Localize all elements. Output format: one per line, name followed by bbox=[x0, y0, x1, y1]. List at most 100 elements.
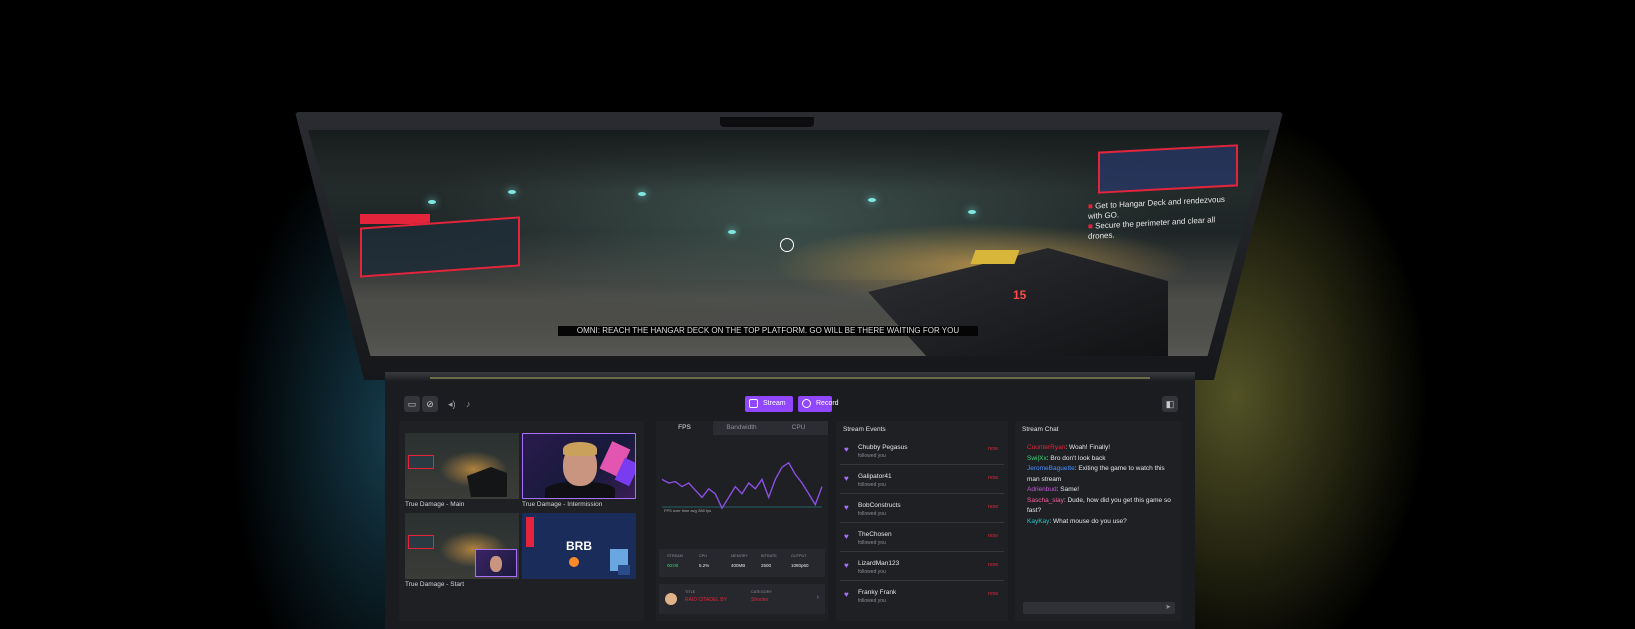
list-item[interactable]: ♥ LizardMan123 followed you now bbox=[840, 555, 1004, 581]
tab-cpu[interactable]: CPU bbox=[770, 421, 827, 435]
heart-icon: ♥ bbox=[844, 590, 849, 599]
list-item[interactable]: ♥ TheChosen followed you now bbox=[840, 526, 1004, 552]
record-button-label: Record bbox=[816, 400, 839, 407]
stats-tabs: FPS Bandwidth CPU bbox=[656, 421, 828, 435]
metric-key: CPU bbox=[699, 554, 708, 558]
chat-message: Sascha_slay: Dude, how did you get this … bbox=[1027, 496, 1171, 515]
hinge-light-strip bbox=[430, 377, 1150, 379]
chat-user: CounterRyan bbox=[1027, 444, 1066, 451]
heart-icon: ♥ bbox=[844, 561, 849, 570]
chat-message: Swi|Xx: Bro don't look back bbox=[1027, 454, 1106, 462]
heart-icon: ♥ bbox=[844, 445, 849, 454]
record-button[interactable]: Record bbox=[798, 396, 839, 412]
chat-message: Adrienbud: Same! bbox=[1027, 486, 1080, 493]
panel-title: Stream Chat bbox=[1022, 426, 1059, 433]
chat-user: Sascha_slay bbox=[1027, 496, 1064, 504]
metric-key: Memory bbox=[731, 554, 749, 558]
webcam-pip bbox=[475, 549, 517, 577]
tab-fps[interactable]: FPS bbox=[656, 421, 713, 435]
hud-thumb bbox=[408, 455, 434, 469]
chat-user: JeromeBaguette bbox=[1027, 465, 1075, 472]
record-icon bbox=[802, 399, 811, 408]
event-time: now bbox=[987, 562, 998, 568]
ceiling-light bbox=[868, 198, 876, 202]
send-icon[interactable]: ➤ bbox=[1165, 603, 1171, 611]
chat-text: What mouse do you use? bbox=[1053, 517, 1127, 525]
camera-off-button[interactable]: ⊘ bbox=[422, 396, 438, 412]
ceiling-light bbox=[638, 192, 646, 196]
fps-series-line bbox=[661, 461, 823, 510]
event-type: followed you bbox=[858, 540, 886, 546]
decor-bar bbox=[526, 517, 534, 547]
scene-thumb-main[interactable] bbox=[405, 433, 519, 499]
ceiling-light bbox=[508, 190, 516, 194]
event-type: followed you bbox=[858, 453, 886, 459]
ceiling-light bbox=[428, 200, 436, 204]
scenes-panel: True Damage - Main True Damage - Intermi… bbox=[399, 421, 644, 621]
panel-toggle-button[interactable]: ◧ bbox=[1162, 396, 1178, 412]
stream-info[interactable]: Title RAID CITADEL BY Category Shooter › bbox=[659, 584, 825, 614]
tab-bandwidth[interactable]: Bandwidth bbox=[713, 421, 770, 435]
event-time: now bbox=[987, 446, 998, 452]
event-type: followed you bbox=[858, 482, 886, 488]
event-type: followed you bbox=[858, 569, 886, 575]
scene-thumb-intermission[interactable] bbox=[522, 433, 636, 499]
metric-bitrate: Bitrate 2500 bbox=[761, 554, 793, 568]
event-user: TheChosen bbox=[858, 531, 892, 538]
crosshair-icon bbox=[780, 238, 794, 252]
heart-icon: ♥ bbox=[844, 532, 849, 541]
chat-user: KayKay bbox=[1027, 517, 1050, 525]
event-type: followed you bbox=[858, 511, 886, 517]
hud-minimap bbox=[360, 216, 520, 278]
weapon-thumb bbox=[467, 467, 507, 497]
stream-button[interactable]: Stream bbox=[745, 396, 793, 412]
chevron-right-icon[interactable]: › bbox=[817, 594, 819, 601]
scene-thumb-brb[interactable]: BRB bbox=[522, 513, 636, 579]
microphone-icon[interactable]: ♪ bbox=[466, 398, 471, 410]
stream-button-label: Stream bbox=[763, 400, 786, 407]
chat-message: JeromeBaguette: Exiting the game to watc… bbox=[1027, 465, 1165, 483]
screen-capture-button[interactable]: ▭ bbox=[404, 396, 420, 412]
volume-icon[interactable]: ◂) bbox=[448, 398, 456, 410]
chat-message: KayKay: What mouse do you use? bbox=[1027, 517, 1127, 525]
event-user: BobConstructs bbox=[858, 502, 901, 509]
ammo-counter: 15 bbox=[1013, 288, 1027, 302]
scene-thumb-start[interactable] bbox=[405, 513, 519, 579]
chat-text: Same! bbox=[1060, 486, 1080, 493]
metric-key: Output bbox=[791, 554, 807, 558]
metric-cpu: CPU 5.2% bbox=[699, 554, 731, 568]
list-item[interactable]: ♥ Galipator41 followed you now bbox=[840, 468, 1004, 494]
graph-note: FPS over time avg 288 fps bbox=[664, 508, 712, 513]
list-item[interactable]: ♥ Chubby Pegasus followed you now bbox=[840, 439, 1004, 465]
stream-metrics: Stream 00:00 CPU 5.2% Memory 400MB Bitra… bbox=[659, 549, 825, 577]
event-user: Galipator41 bbox=[858, 473, 892, 480]
metric-output: Output 1080p60 bbox=[791, 554, 823, 568]
chat-text: Bro don't look back bbox=[1050, 454, 1106, 462]
metric-value: 2500 bbox=[761, 563, 772, 568]
event-time: now bbox=[987, 504, 998, 510]
heart-icon: ♥ bbox=[844, 503, 849, 512]
webcam-notch bbox=[720, 117, 814, 127]
metric-memory: Memory 400MB bbox=[731, 554, 763, 568]
title-key: Title bbox=[685, 590, 696, 594]
weapon bbox=[868, 248, 1168, 356]
chat-user: Adrienbud bbox=[1027, 486, 1057, 493]
heart-icon: ♥ bbox=[844, 474, 849, 483]
decor-block bbox=[618, 565, 630, 575]
title-value: RAID CITADEL BY bbox=[685, 597, 727, 603]
event-user: Chubby Pegasus bbox=[858, 444, 908, 451]
metric-value: 00:00 bbox=[667, 563, 679, 568]
decor-dot bbox=[569, 557, 579, 567]
chat-message: CounterRyan: Woah! Finally! bbox=[1027, 444, 1111, 451]
chat-input[interactable]: ➤ bbox=[1023, 602, 1175, 614]
event-time: now bbox=[987, 591, 998, 597]
event-user: LizardMan123 bbox=[858, 560, 900, 567]
metric-key: Bitrate bbox=[761, 554, 777, 558]
list-item[interactable]: ♥ Franky Frank followed you now bbox=[840, 584, 1004, 610]
hud-thumb bbox=[408, 535, 434, 549]
scene-label: True Damage - Intermission bbox=[522, 501, 603, 508]
metric-value: 1080p60 bbox=[791, 563, 809, 568]
ceiling-light bbox=[728, 230, 736, 234]
list-item[interactable]: ♥ BobConstructs followed you now bbox=[840, 497, 1004, 523]
ceiling-light bbox=[968, 210, 976, 214]
